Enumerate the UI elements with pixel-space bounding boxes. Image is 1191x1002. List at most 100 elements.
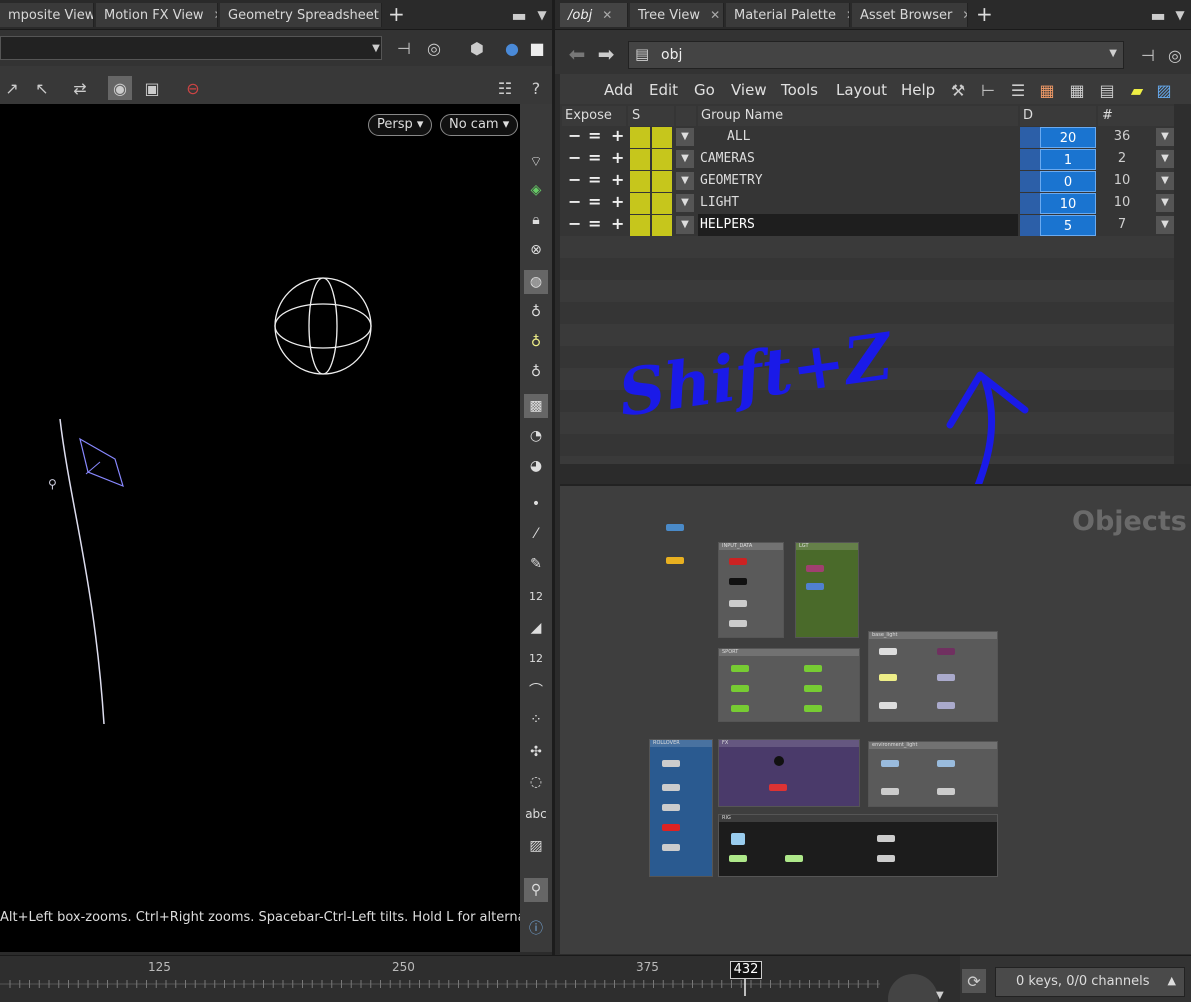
group-row-all[interactable]: − = + ▼ ALL 20 36 ▼ bbox=[562, 126, 1174, 148]
count-12b-icon[interactable]: 12 bbox=[524, 646, 548, 670]
col-group-name[interactable]: Group Name bbox=[698, 106, 1018, 126]
timeline-bar[interactable]: 125 250 375 432 ▼ bbox=[0, 955, 960, 1002]
node[interactable] bbox=[806, 583, 824, 590]
link-icon[interactable]: ◎ bbox=[422, 36, 446, 60]
node[interactable] bbox=[785, 855, 803, 862]
group-name[interactable]: ALL bbox=[727, 126, 750, 148]
tab-motion-fx-view[interactable]: Motion FX View ✕ bbox=[96, 3, 218, 27]
display-swatch[interactable] bbox=[1020, 127, 1040, 148]
chevron-down-icon[interactable]: ▼ bbox=[1156, 216, 1174, 234]
viewport-path-field[interactable] bbox=[0, 36, 382, 60]
display-count[interactable]: 10 bbox=[1040, 193, 1096, 214]
zoom-box-icon[interactable]: ▣ bbox=[140, 76, 164, 100]
list-icon[interactable]: ☰ bbox=[1006, 78, 1030, 102]
curve-icon[interactable]: ⌒ bbox=[524, 678, 548, 702]
hide-group-button[interactable]: − bbox=[568, 192, 581, 211]
group-row-cameras[interactable]: − = + ▼ CAMERAS 1 2 ▼ bbox=[562, 148, 1174, 170]
light-bulb-yellow-icon[interactable]: ♁ bbox=[524, 330, 548, 354]
node[interactable] bbox=[806, 565, 824, 572]
chevron-down-icon[interactable]: ▼ bbox=[1109, 48, 1117, 59]
node[interactable] bbox=[731, 665, 749, 672]
hide-group-button[interactable]: − bbox=[568, 170, 581, 189]
node[interactable] bbox=[769, 784, 787, 791]
set-group-button[interactable]: = bbox=[588, 148, 601, 167]
node[interactable] bbox=[937, 648, 955, 655]
net-box-lgt[interactable]: LGT bbox=[795, 542, 859, 638]
sheet-scrollbar[interactable] bbox=[1174, 104, 1191, 464]
chevron-down-icon[interactable]: ▼ bbox=[676, 216, 694, 234]
keys-status-field[interactable]: 0 keys, 0/0 channels ▲ bbox=[995, 967, 1185, 997]
camera-node[interactable] bbox=[666, 557, 684, 564]
point-icon[interactable]: • bbox=[524, 492, 548, 516]
map-pin-icon[interactable]: ⚲ bbox=[524, 878, 548, 902]
display-count[interactable]: 1 bbox=[1040, 149, 1096, 170]
col-d[interactable]: D bbox=[1020, 106, 1096, 126]
chevron-up-icon[interactable]: ▲ bbox=[1168, 974, 1176, 987]
forward-arrow-icon[interactable]: ➡ bbox=[594, 42, 618, 66]
node[interactable] bbox=[662, 844, 680, 851]
plane-icon[interactable]: ⌔ bbox=[524, 150, 548, 174]
hide-group-button[interactable]: − bbox=[568, 126, 581, 145]
expose-group-button[interactable]: + bbox=[611, 170, 624, 189]
group-name-selected[interactable]: HELPERS bbox=[698, 214, 1018, 236]
light-bulb-icon[interactable]: ♁ bbox=[524, 300, 548, 324]
scatter-icon[interactable]: ⁘ bbox=[524, 708, 548, 732]
tab-geometry-spreadsheet[interactable]: Geometry Spreadsheet✕ bbox=[220, 3, 382, 27]
display-count[interactable]: 20 bbox=[1040, 127, 1096, 148]
group-row-geometry[interactable]: − = + ▼ GEOMETRY 0 10 ▼ bbox=[562, 170, 1174, 192]
display-swatch[interactable] bbox=[1020, 215, 1040, 236]
select-swatch[interactable] bbox=[652, 193, 672, 214]
expose-group-button[interactable]: + bbox=[611, 126, 624, 145]
node[interactable] bbox=[937, 788, 955, 795]
net-box-rollover[interactable]: ROLLOVER bbox=[649, 739, 713, 877]
node[interactable] bbox=[729, 578, 747, 585]
tab-tree-view[interactable]: Tree View ✕ bbox=[630, 3, 724, 27]
menu-help[interactable]: Help bbox=[901, 80, 935, 100]
sphere-icon[interactable]: ● bbox=[500, 36, 524, 60]
node[interactable] bbox=[731, 833, 745, 845]
audio-knob-icon[interactable] bbox=[888, 974, 938, 1002]
display-count[interactable]: 0 bbox=[1040, 171, 1096, 192]
checker-icon[interactable]: ▩ bbox=[524, 394, 548, 418]
eraser-icon[interactable]: ◢ bbox=[524, 616, 548, 640]
visibility-icon[interactable]: ⊗ bbox=[524, 238, 548, 262]
image-icon[interactable]: ▨ bbox=[1152, 78, 1176, 102]
set-group-button[interactable]: = bbox=[588, 192, 601, 211]
transform-tool-icon[interactable]: ⇄ bbox=[68, 76, 92, 100]
count-12-icon[interactable]: 12 bbox=[524, 584, 548, 608]
chevron-down-icon[interactable]: ▼ bbox=[530, 3, 554, 27]
chevron-down-icon[interactable]: ▼ bbox=[676, 172, 694, 190]
node[interactable] bbox=[879, 674, 897, 681]
display-options-icon[interactable]: ☷ bbox=[493, 76, 517, 100]
menu-go[interactable]: Go bbox=[694, 80, 715, 100]
node[interactable] bbox=[879, 648, 897, 655]
square-icon[interactable]: ■ bbox=[525, 36, 549, 60]
chevron-down-icon[interactable]: ▼ bbox=[1156, 172, 1174, 190]
add-tab-icon[interactable]: + bbox=[976, 2, 993, 26]
node[interactable] bbox=[804, 705, 822, 712]
node[interactable] bbox=[729, 620, 747, 627]
hide-group-button[interactable]: − bbox=[568, 148, 581, 167]
set-group-button[interactable]: = bbox=[588, 214, 601, 233]
select-tool-icon[interactable]: ↖ bbox=[30, 76, 54, 100]
fan-icon[interactable]: ✣ bbox=[524, 740, 548, 764]
text-icon[interactable]: abc bbox=[524, 802, 548, 826]
back-arrow-icon[interactable]: ⬅ bbox=[565, 42, 589, 66]
grid-icon[interactable]: ▦ bbox=[1065, 78, 1089, 102]
camera-tool-icon[interactable]: ◉ bbox=[108, 76, 132, 100]
close-icon[interactable]: ✕ bbox=[962, 8, 967, 22]
sphere-light-icon[interactable]: ◍ bbox=[524, 270, 548, 294]
node[interactable] bbox=[937, 760, 955, 767]
group-name[interactable]: CAMERAS bbox=[700, 148, 755, 170]
info-icon[interactable]: ⓘ bbox=[524, 916, 548, 940]
close-icon[interactable]: ✕ bbox=[846, 8, 849, 22]
maximize-icon[interactable]: ▬ bbox=[507, 3, 531, 27]
pin-icon[interactable]: ⊣ bbox=[392, 36, 416, 60]
col-count[interactable]: # bbox=[1098, 106, 1174, 126]
3d-viewport[interactable]: Persp ▾ No cam ▾ ⚲ Alt+Left box-zooms. C… bbox=[0, 104, 539, 952]
net-box-fx[interactable]: FX bbox=[718, 739, 860, 807]
node[interactable] bbox=[774, 756, 784, 766]
chevron-down-icon[interactable]: ▼ bbox=[936, 990, 944, 1001]
image-icon[interactable]: ▨ bbox=[524, 834, 548, 858]
current-frame-box[interactable]: 432 bbox=[730, 961, 762, 979]
